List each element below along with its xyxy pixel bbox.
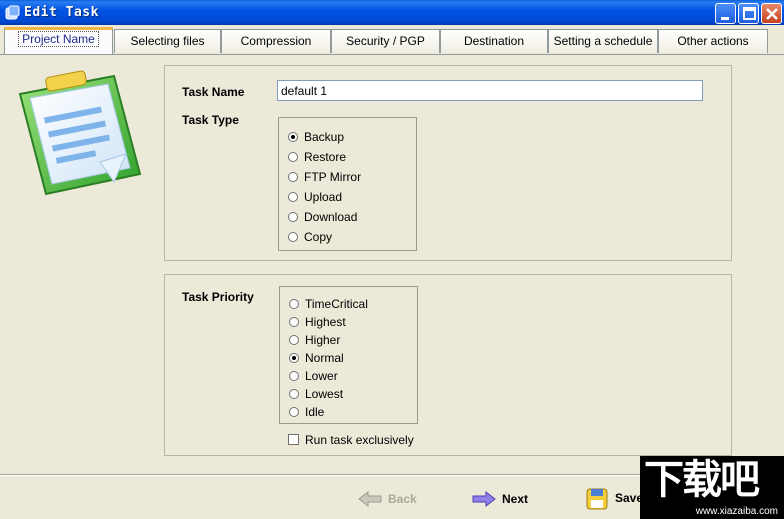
radio-button[interactable] [289, 389, 299, 399]
task-name-input[interactable] [277, 80, 703, 101]
radio-button[interactable] [288, 132, 298, 142]
next-button[interactable]: Next [472, 488, 528, 510]
task-name-label: Task Name [182, 85, 245, 99]
save-icon [586, 488, 608, 510]
next-arrow-icon [472, 491, 496, 507]
radio-button[interactable] [289, 335, 299, 345]
tab-setting-a-schedule[interactable]: Setting a schedule [548, 29, 658, 53]
tab-destination[interactable]: Destination [440, 29, 548, 53]
task-type-radio-group: Backup Restore FTP Mirror Upload Downloa… [278, 117, 417, 251]
radio-button[interactable] [289, 371, 299, 381]
radio-button[interactable] [288, 232, 298, 242]
app-icon [5, 5, 20, 20]
minimize-icon [721, 17, 729, 20]
radio-button[interactable] [289, 317, 299, 327]
radio-button[interactable] [289, 299, 299, 309]
checkbox[interactable] [288, 434, 299, 445]
back-button[interactable]: Back [358, 488, 417, 510]
tab-project-name[interactable]: Project Name [4, 27, 113, 54]
radio-button[interactable] [288, 212, 298, 222]
back-arrow-icon [358, 491, 382, 507]
minimize-button[interactable] [715, 3, 736, 24]
tab-selecting-files[interactable]: Selecting files [114, 29, 221, 53]
task-priority-label: Task Priority [182, 290, 254, 304]
tab-strip: Project Name Selecting files Compression… [0, 25, 784, 55]
watermark-url: www.xiazaiba.com [695, 506, 778, 517]
maximize-button[interactable] [738, 3, 759, 24]
site-watermark: 下载吧 www.xiazaiba.com [640, 456, 784, 519]
title-bar: Edit Task [0, 0, 784, 25]
tab-divider [0, 54, 784, 55]
clipboard-icon [18, 70, 142, 196]
close-button[interactable] [761, 3, 782, 24]
close-icon [766, 8, 778, 20]
task-type-label: Task Type [182, 113, 239, 127]
tab-compression[interactable]: Compression [221, 29, 331, 53]
radio-button[interactable] [289, 353, 299, 363]
maximize-icon [743, 7, 756, 20]
radio-button[interactable] [288, 152, 298, 162]
window-title: Edit Task [24, 5, 99, 20]
radio-button[interactable] [289, 407, 299, 417]
watermark-logo: 下载吧 [644, 457, 760, 503]
task-priority-radio-group: TimeCritical Highest Higher Normal Lower… [279, 286, 418, 424]
radio-button[interactable] [288, 172, 298, 182]
radio-button[interactable] [288, 192, 298, 202]
save-button[interactable]: Save [585, 485, 643, 511]
tab-other-actions[interactable]: Other actions [658, 29, 768, 53]
tab-security-pgp[interactable]: Security / PGP [331, 29, 440, 53]
